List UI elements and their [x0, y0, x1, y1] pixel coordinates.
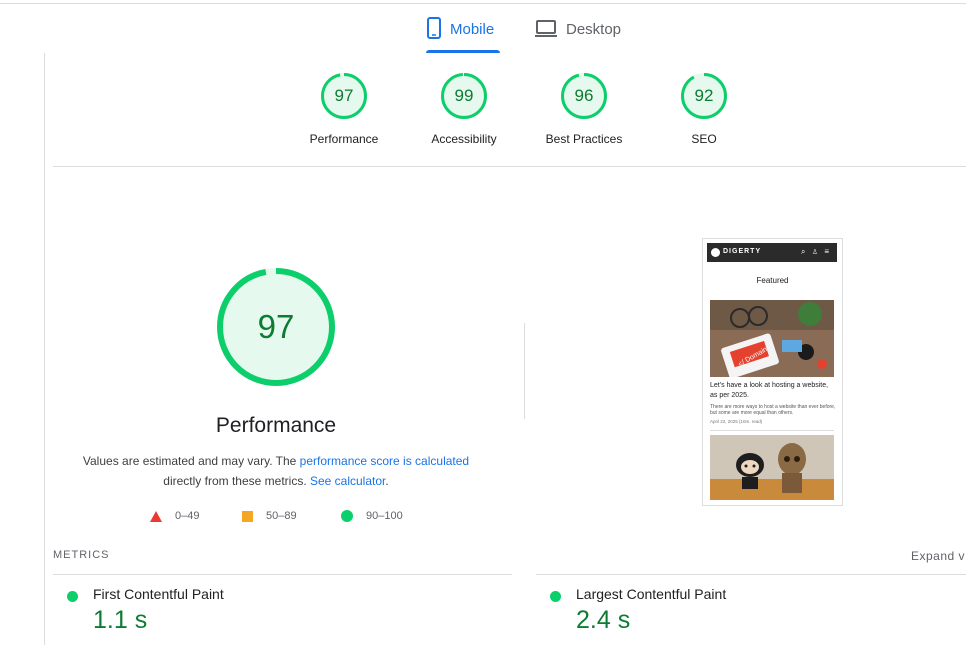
triangle-icon [150, 510, 162, 522]
pass-circle-icon [550, 591, 561, 602]
metric-divider [53, 574, 512, 575]
performance-description: Values are estimated and may vary. The p… [70, 451, 482, 491]
category-accessibility[interactable]: 99 Accessibility [404, 72, 524, 146]
category-score: 96 [574, 86, 594, 105]
legend-pass: 90–100 [341, 510, 403, 522]
metric-name: First Contentful Paint [93, 586, 224, 602]
legend-fail: 0–49 [150, 510, 199, 522]
metric-name: Largest Contentful Paint [576, 586, 727, 602]
desc-text: directly from these metrics. [163, 474, 310, 488]
laptop-icon [534, 16, 558, 45]
see-calculator-link[interactable]: See calculator [310, 474, 385, 488]
screenshot-site-header: DIGERTY ⌕ ♙ ≡ [707, 243, 837, 262]
screenshot-separator [710, 430, 834, 431]
legend-average: 50–89 [242, 510, 297, 522]
site-logo-icon [711, 248, 720, 257]
category-label: Performance [309, 132, 379, 146]
expand-view-toggle[interactable]: Expand v [911, 549, 965, 563]
category-best-practices[interactable]: 96 Best Practices [524, 72, 644, 146]
tab-mobile-label: Mobile [450, 21, 495, 38]
screenshot-post-date: April 22, 2025 (10m. read) [710, 419, 763, 424]
score-calculated-link[interactable]: performance score is calculated [300, 454, 469, 468]
tab-mobile[interactable]: Mobile [426, 16, 500, 53]
metrics-header: METRICS [53, 549, 110, 561]
legend-label: 50–89 [266, 510, 297, 522]
desc-text: . [385, 474, 389, 488]
category-seo[interactable]: 92 SEO [644, 72, 764, 146]
final-screenshot: DIGERTY ⌕ ♙ ≡ Featured </ Domain Let's h… [702, 238, 843, 506]
performance-score: 97 [257, 308, 295, 345]
tab-desktop-label: Desktop [566, 21, 622, 38]
screenshot-post-title: Let's have a look at hosting a website, … [710, 382, 829, 399]
second-post-image [710, 435, 834, 500]
category-score: 99 [454, 86, 474, 105]
tab-desktop[interactable]: Desktop [534, 16, 634, 53]
desc-text: Values are estimated and may vary. The [82, 454, 300, 468]
screenshot-post-excerpt: There are more ways to host a website th… [710, 404, 836, 416]
category-label: Accessibility [431, 132, 497, 146]
circle-icon [341, 510, 353, 522]
metric-value: 1.1 s [93, 606, 148, 634]
category-label: SEO [691, 132, 717, 146]
left-divider [44, 53, 45, 645]
screenshot-featured-heading: Featured [756, 276, 789, 285]
category-label: Best Practices [545, 132, 623, 146]
legend-label: 90–100 [366, 510, 403, 522]
category-divider [53, 166, 966, 167]
metric-divider [536, 574, 966, 575]
top-divider [0, 3, 966, 4]
category-performance[interactable]: 97 Performance [284, 72, 404, 146]
gauge-screenshot-divider [524, 323, 525, 419]
smartphone-icon [426, 16, 442, 45]
square-icon [242, 510, 253, 522]
site-brand: DIGERTY [723, 248, 762, 255]
legend-label: 0–49 [175, 510, 200, 522]
pass-circle-icon [67, 591, 78, 602]
featured-post-image: </ Domain [710, 300, 834, 377]
category-score: 92 [694, 86, 714, 105]
performance-title: Performance [215, 414, 337, 437]
site-nav-icons: ⌕ ♙ ≡ [801, 247, 831, 256]
metric-value: 2.4 s [576, 606, 631, 634]
category-score: 97 [334, 86, 354, 105]
